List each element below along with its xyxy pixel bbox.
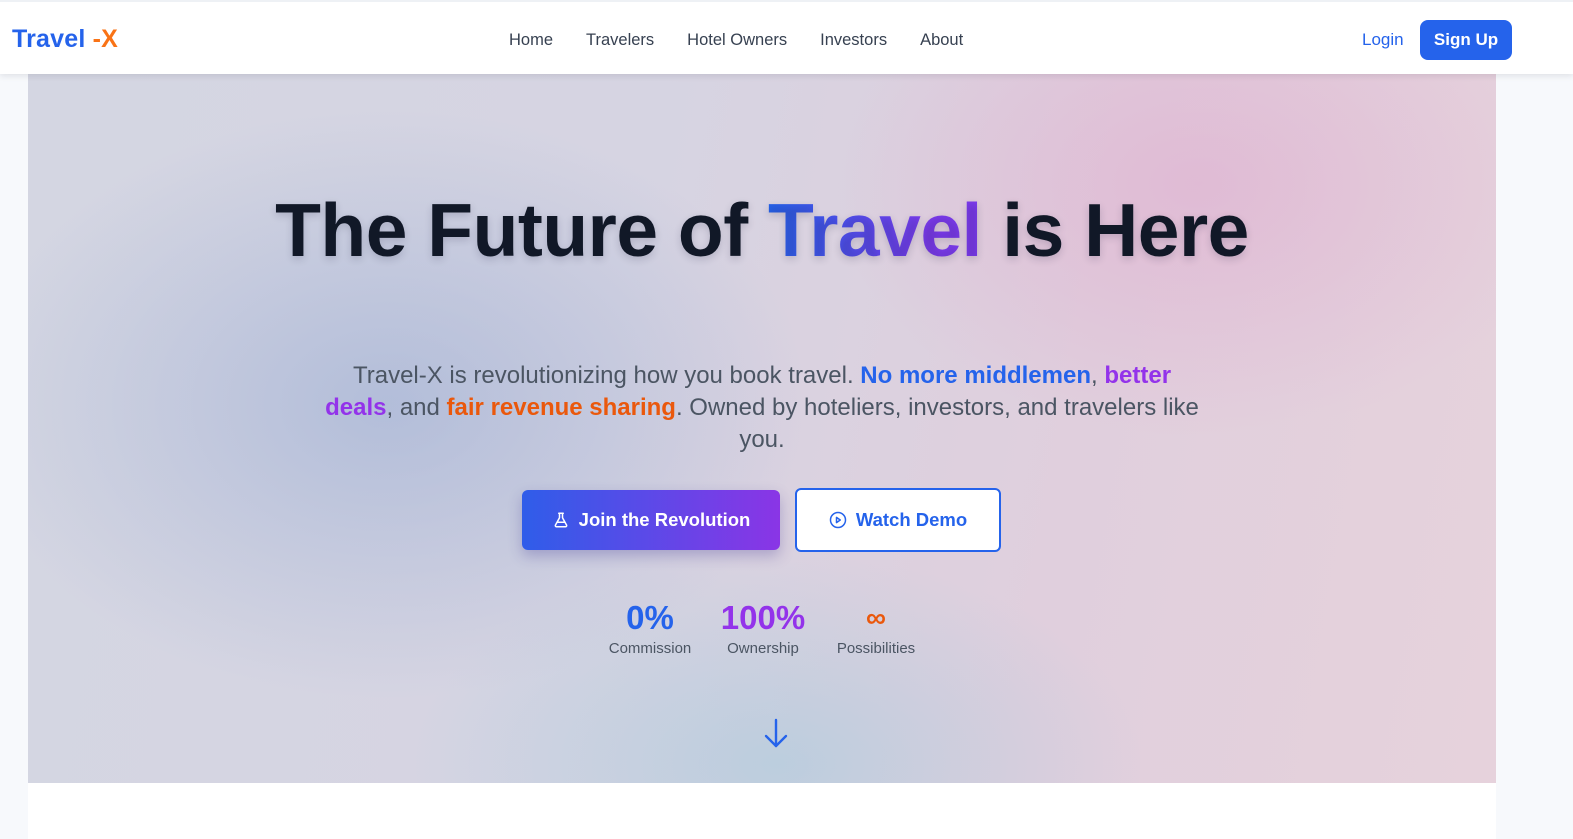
logo[interactable]: Travel -X xyxy=(12,24,118,54)
flask-icon xyxy=(552,511,570,529)
subtitle-intro: Travel-X is revolutionizing how you book… xyxy=(352,362,861,389)
watch-demo-label: Watch Demo xyxy=(855,509,968,530)
subtitle-highlight-revenue: fair revenue sharing xyxy=(446,394,676,421)
stat-ownership: 100% Ownership xyxy=(718,600,808,658)
subtitle-separator: , and xyxy=(386,394,447,421)
subtitle-separator: , xyxy=(1091,362,1105,389)
hero-title-start: The Future of xyxy=(275,188,769,272)
stat-value: ∞ xyxy=(866,602,886,633)
nav-link-about[interactable]: About xyxy=(920,30,963,50)
stat-value: 0% xyxy=(626,599,674,636)
join-revolution-button[interactable]: Join the Revolution xyxy=(522,490,780,550)
play-circle-icon xyxy=(829,511,847,529)
hero-title: The Future of Travel is Here xyxy=(28,193,1496,268)
subtitle-outro: . Owned by hoteliers, investors, and tra… xyxy=(675,394,1199,453)
stat-commission: 0% Commission xyxy=(600,600,700,658)
signup-button[interactable]: Sign Up xyxy=(1420,20,1512,60)
hero-subtitle: Travel-X is revolutionizing how you book… xyxy=(318,360,1206,456)
stat-possibilities: ∞ Possibilities xyxy=(831,600,921,658)
nav-link-home[interactable]: Home xyxy=(509,30,553,50)
logo-text: Travel xyxy=(12,25,93,53)
main-nav: Home Travelers Hotel Owners Investors Ab… xyxy=(509,30,963,50)
hero-title-end: is Here xyxy=(981,188,1249,272)
subtitle-highlight-middlemen: No more middlemen xyxy=(860,362,1092,389)
nav-link-hotel-owners[interactable]: Hotel Owners xyxy=(687,30,787,50)
logo-accent: -X xyxy=(92,25,119,53)
join-revolution-label: Join the Revolution xyxy=(578,509,751,530)
login-link[interactable]: Login xyxy=(1362,30,1404,50)
stat-label: Ownership xyxy=(727,640,799,657)
next-section xyxy=(28,783,1496,839)
nav-link-travelers[interactable]: Travelers xyxy=(586,30,654,50)
nav-link-investors[interactable]: Investors xyxy=(820,30,887,50)
stat-value: 100% xyxy=(720,599,806,636)
arrow-down-icon[interactable] xyxy=(761,717,791,749)
stat-label: Commission xyxy=(608,640,692,657)
hero-title-accent: Travel xyxy=(768,188,982,272)
top-navbar: Travel -X Home Travelers Hotel Owners In… xyxy=(0,0,1573,74)
stat-label: Possibilities xyxy=(836,640,916,657)
watch-demo-button[interactable]: Watch Demo xyxy=(795,488,1001,552)
hero-section: The Future of Travel is Here Travel-X is… xyxy=(28,74,1496,783)
